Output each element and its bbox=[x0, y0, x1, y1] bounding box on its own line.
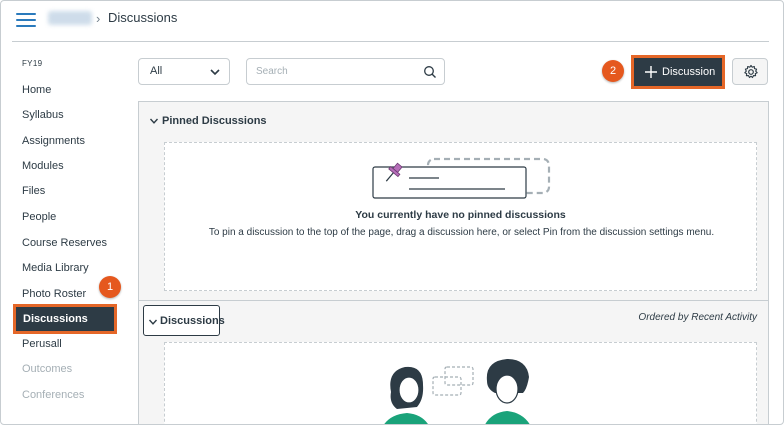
nav-item-course-reserves[interactable]: Course Reserves bbox=[22, 237, 107, 249]
plus-icon bbox=[645, 66, 657, 78]
nav-item-modules[interactable]: Modules bbox=[22, 160, 64, 172]
add-discussion-button[interactable]: Discussion bbox=[631, 55, 725, 89]
nav-item-perusall[interactable]: Perusall bbox=[22, 338, 62, 350]
section-divider bbox=[139, 300, 768, 301]
discussions-section-toggle[interactable]: Discussions bbox=[143, 305, 225, 336]
chevron-down-icon bbox=[148, 319, 158, 325]
hamburger-menu-icon[interactable] bbox=[16, 13, 36, 27]
pinned-heading: Pinned Discussions bbox=[162, 115, 267, 127]
nav-item-home[interactable]: Home bbox=[22, 84, 51, 96]
search-placeholder: Search bbox=[256, 66, 288, 77]
search-input[interactable]: Search bbox=[246, 58, 445, 85]
discussion-settings-button[interactable] bbox=[732, 58, 768, 85]
add-discussion-label: Discussion bbox=[662, 66, 716, 78]
breadcrumb-separator-icon: › bbox=[96, 11, 101, 26]
discussions-heading: Discussions bbox=[160, 315, 225, 327]
nav-item-syllabus[interactable]: Syllabus bbox=[22, 109, 64, 121]
filter-value: All bbox=[150, 65, 163, 77]
people-chat-illustration-icon bbox=[384, 359, 530, 424]
chevron-down-icon bbox=[210, 69, 220, 76]
discussions-main: Pinned Discussions You currently have no… bbox=[138, 101, 769, 424]
discussions-list-area bbox=[164, 342, 757, 424]
course-term: FY19 bbox=[22, 59, 43, 68]
nav-item-outcomes[interactable]: Outcomes bbox=[22, 363, 72, 375]
search-icon bbox=[424, 66, 436, 78]
course-nav: FY19 Home Syllabus Assignments Modules F… bbox=[12, 53, 122, 424]
nav-item-discussions-label: Discussions bbox=[23, 313, 88, 325]
step-callout-2: 2 bbox=[602, 60, 624, 82]
nav-item-people[interactable]: People bbox=[22, 211, 56, 223]
pinned-dropzone[interactable]: You currently have no pinned discussions… bbox=[164, 142, 757, 291]
breadcrumb-course-blurred[interactable] bbox=[48, 11, 92, 25]
nav-item-conferences[interactable]: Conferences bbox=[22, 389, 84, 401]
nav-item-photo-roster[interactable]: Photo Roster bbox=[22, 288, 86, 300]
chevron-down-icon bbox=[149, 118, 159, 124]
nav-item-assignments[interactable]: Assignments bbox=[22, 135, 85, 147]
nav-item-discussions[interactable]: Discussions bbox=[13, 304, 117, 334]
step-callout-1: 1 bbox=[99, 276, 121, 298]
pinned-section-toggle[interactable]: Pinned Discussions bbox=[149, 115, 267, 127]
canvas-window: › Discussions FY19 Home Syllabus Assignm… bbox=[0, 0, 784, 425]
top-header: › Discussions bbox=[1, 1, 783, 39]
nav-item-files[interactable]: Files bbox=[22, 185, 45, 197]
discussion-filter-select[interactable]: All bbox=[138, 58, 230, 85]
header-divider bbox=[12, 41, 769, 42]
nav-item-media-library[interactable]: Media Library bbox=[22, 262, 89, 274]
pinned-empty-description: To pin a discussion to the top of the pa… bbox=[208, 227, 715, 238]
pinned-empty-title: You currently have no pinned discussions bbox=[355, 209, 566, 221]
breadcrumb-current: Discussions bbox=[108, 10, 178, 25]
gear-icon bbox=[744, 64, 758, 79]
pin-illustration-icon bbox=[372, 157, 551, 199]
ordered-by-label: Ordered by Recent Activity bbox=[638, 312, 757, 323]
